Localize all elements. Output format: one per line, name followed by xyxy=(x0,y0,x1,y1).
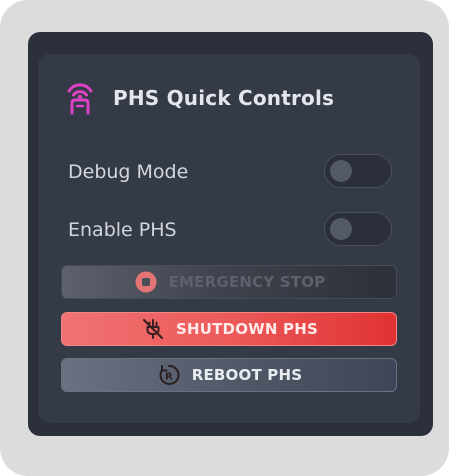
debug-mode-row: Debug Mode xyxy=(68,154,393,190)
enable-phs-row: Enable PHS xyxy=(68,212,393,248)
shutdown-phs-label: SHUTDOWN PHS xyxy=(175,320,319,338)
debug-mode-label: Debug Mode xyxy=(68,161,189,183)
shutdown-phs-button[interactable]: SHUTDOWN PHS xyxy=(61,312,397,346)
reboot-phs-button[interactable]: R REBOOT PHS xyxy=(61,358,397,392)
widget-panel: PHS Quick Controls Debug Mode Enable PHS xyxy=(28,32,433,436)
wireless-antenna-icon xyxy=(65,78,95,118)
svg-text:R: R xyxy=(165,372,173,383)
card-header: PHS Quick Controls xyxy=(65,78,334,118)
debug-mode-toggle[interactable] xyxy=(324,154,392,188)
card-title: PHS Quick Controls xyxy=(113,86,335,110)
toggle-knob xyxy=(330,218,352,240)
quick-controls-card: PHS Quick Controls Debug Mode Enable PHS xyxy=(38,54,420,423)
reboot-phs-label: REBOOT PHS xyxy=(191,366,303,384)
stop-circle-icon xyxy=(133,269,159,295)
enable-phs-label: Enable PHS xyxy=(68,219,177,241)
toggle-knob xyxy=(330,160,352,182)
enable-phs-toggle[interactable] xyxy=(324,212,392,246)
power-off-icon xyxy=(140,316,166,342)
emergency-stop-label: EMERGENCY STOP xyxy=(168,273,326,291)
outer-frame: PHS Quick Controls Debug Mode Enable PHS xyxy=(0,0,449,476)
emergency-stop-button[interactable]: EMERGENCY STOP xyxy=(61,265,397,299)
restart-icon: R xyxy=(156,362,182,388)
